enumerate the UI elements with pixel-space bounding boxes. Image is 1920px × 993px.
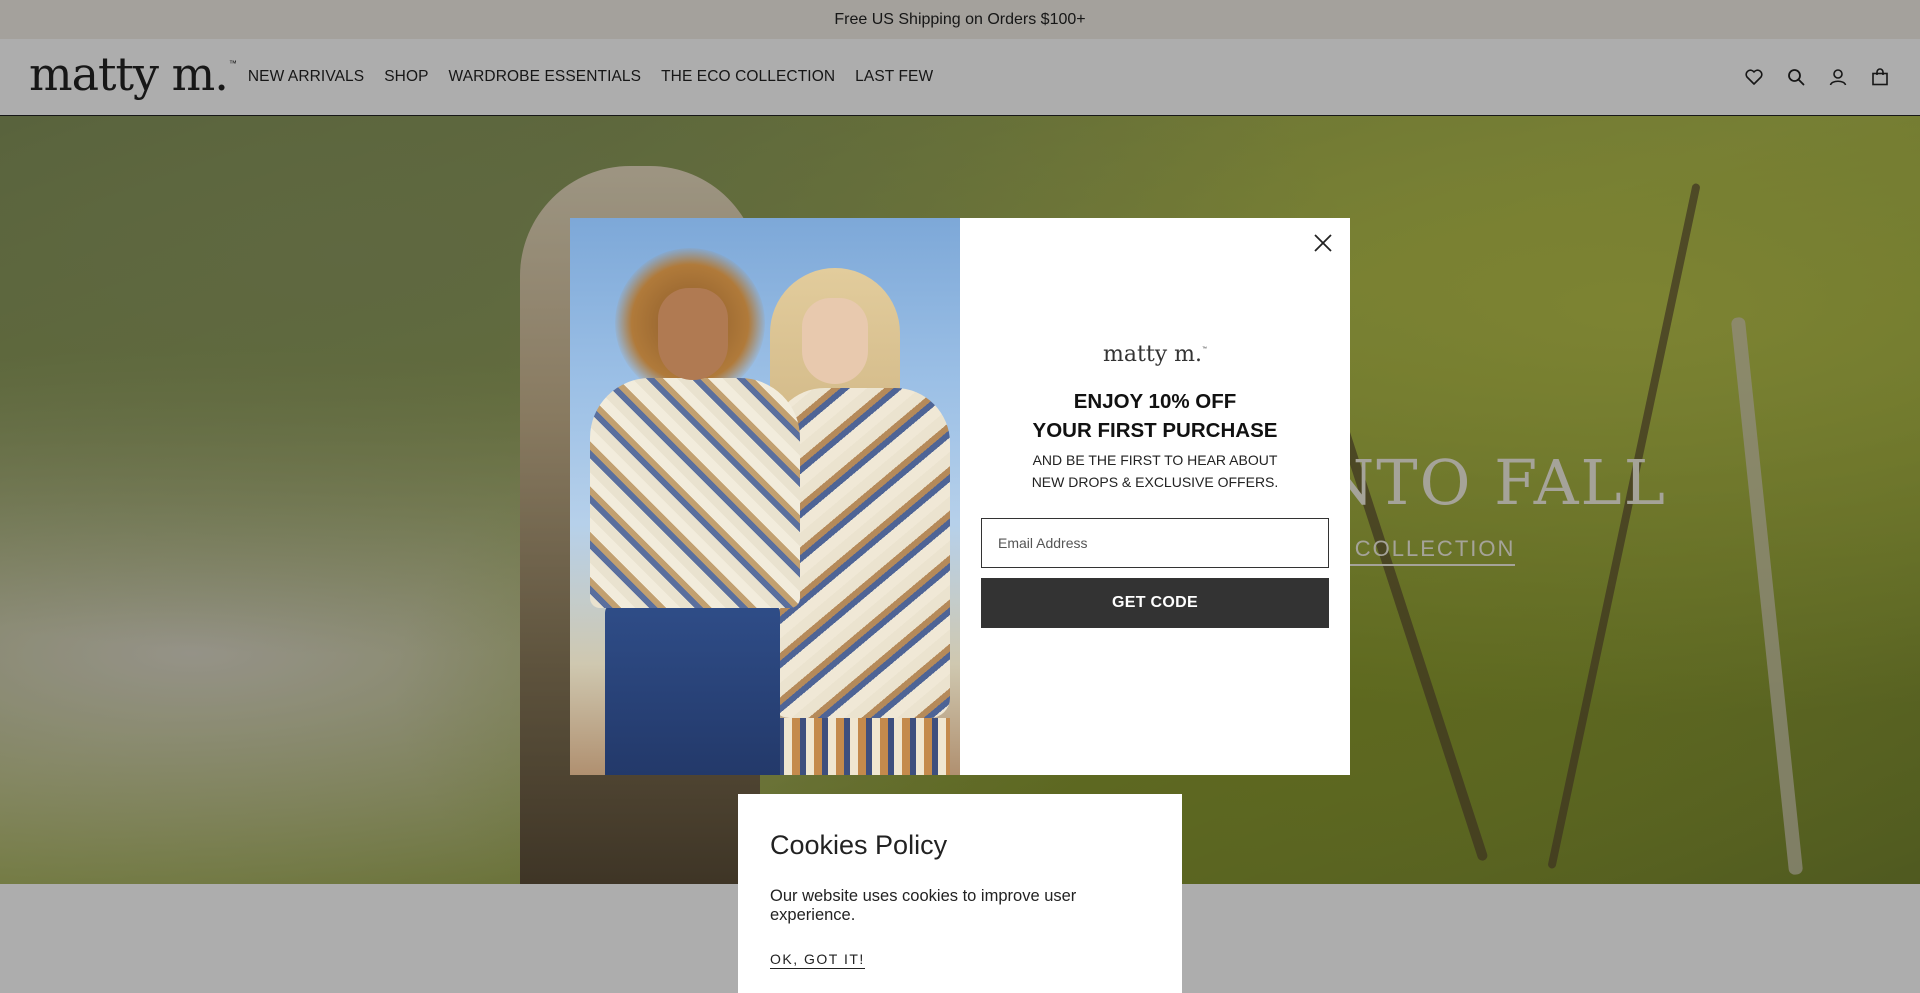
popup-image-shape (590, 378, 800, 608)
popup-image-shape (658, 288, 728, 380)
popup-subtext-line2: NEW DROPS & EXCLUSIVE OFFERS. (1031, 474, 1279, 490)
email-input[interactable] (981, 518, 1329, 568)
popup-subtext: AND BE THE FIRST TO HEAR ABOUT NEW DROPS… (1032, 449, 1279, 493)
cookies-title: Cookies Policy (770, 830, 948, 860)
popup-image-shape (802, 298, 868, 384)
get-code-button[interactable]: GET CODE (981, 578, 1329, 628)
close-icon[interactable] (1310, 230, 1336, 256)
popup-body: matty m. ™ ENJOY 10% OFF YOUR FIRST PURCH… (960, 218, 1350, 775)
popup-headline: ENJOY 10% OFF YOUR FIRST PURCHASE (1033, 387, 1278, 445)
cookies-accept-button[interactable]: OK, GOT IT! (770, 951, 865, 969)
popup-image (570, 218, 960, 775)
popup-headline-line2: YOUR FIRST PURCHASE (1032, 419, 1278, 442)
popup-image-shape (770, 718, 950, 775)
popup-logo: matty m. ™ (1103, 342, 1207, 367)
signup-popup: matty m. ™ ENJOY 10% OFF YOUR FIRST PURCH… (570, 218, 1350, 775)
popup-logo-trademark: ™ (1201, 346, 1207, 352)
popup-image-shape (605, 603, 780, 775)
popup-logo-text: matty m. (1103, 342, 1202, 367)
cookies-text: Our website uses cookies to improve user… (770, 887, 1077, 924)
cookies-banner: Cookies Policy Our website uses cookies … (738, 794, 1182, 993)
popup-headline-line1: ENJOY 10% OFF (1073, 390, 1237, 413)
popup-subtext-line1: AND BE THE FIRST TO HEAR ABOUT (1032, 452, 1278, 468)
